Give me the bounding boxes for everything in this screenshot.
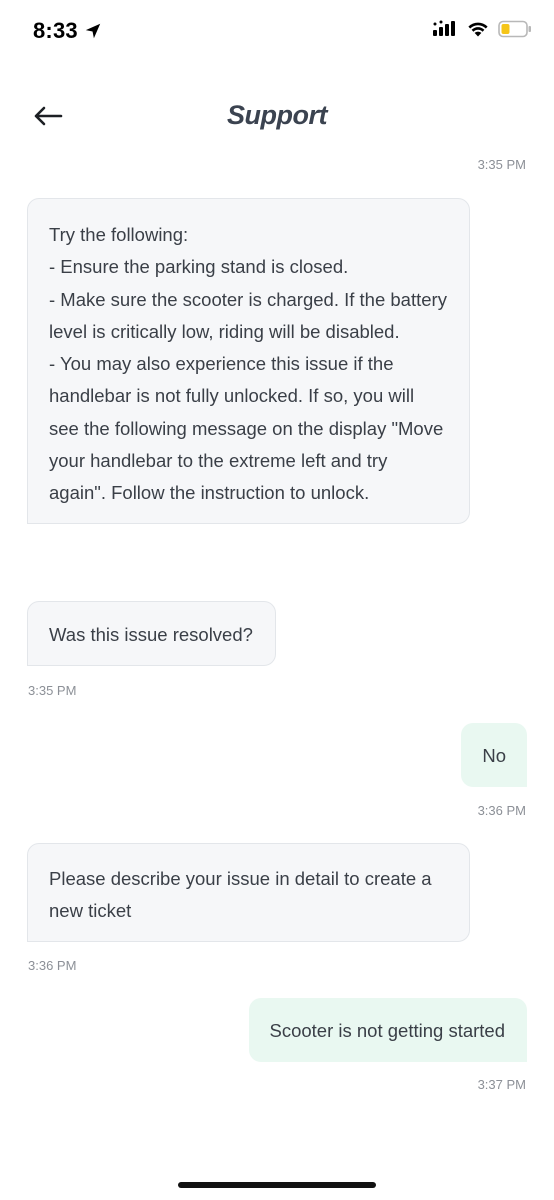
message-timestamp: 3:37 PM — [477, 1077, 526, 1092]
status-icons — [432, 20, 532, 38]
status-time: 8:33 — [33, 18, 78, 43]
wifi-icon — [468, 22, 488, 37]
header: Support — [0, 86, 554, 152]
message-timestamp: 3:36 PM — [28, 958, 77, 973]
user-message-bubble: Scooter is not getting started — [248, 998, 527, 1063]
status-bar: 8:33 — [0, 0, 554, 66]
support-message-bubble: Try the following: - Ensure the parking … — [27, 198, 470, 524]
home-indicator[interactable] — [178, 1182, 376, 1188]
status-time-group: 8:33 — [33, 18, 102, 44]
message-timestamp: 3:35 PM — [28, 683, 77, 698]
support-message-bubble: Was this issue resolved? — [27, 601, 276, 667]
user-message-bubble: No — [461, 723, 527, 788]
message-timestamp: 3:36 PM — [477, 803, 526, 818]
support-message-bubble: Please describe your issue in detail to … — [27, 843, 470, 942]
message-timestamp: 3:35 PM — [477, 157, 526, 172]
page-title: Support — [227, 100, 327, 130]
battery-low-icon — [498, 20, 531, 38]
location-arrow-icon — [85, 23, 101, 39]
cellular-signal-icon — [433, 20, 455, 36]
